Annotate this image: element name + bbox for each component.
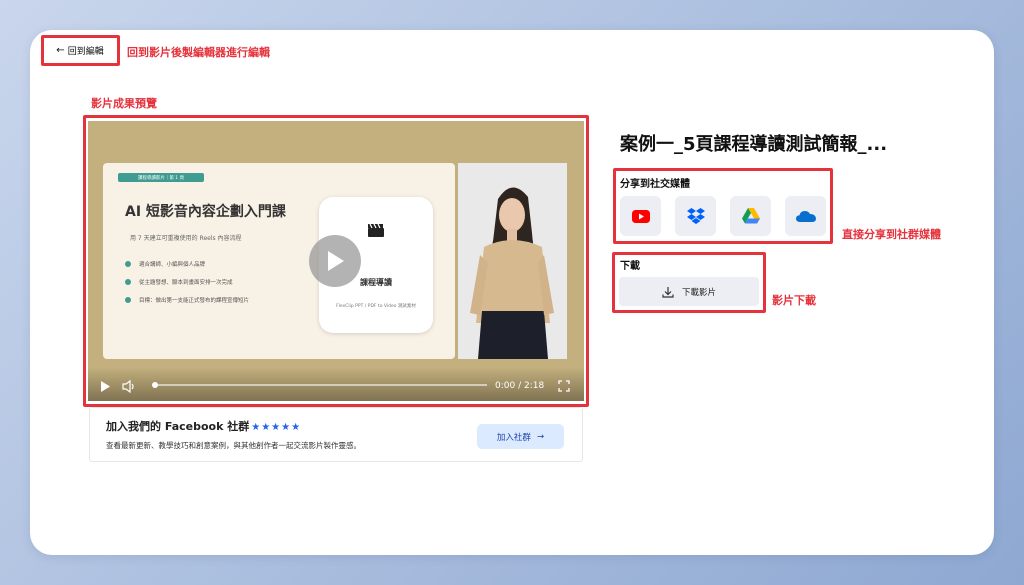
rating-stars: ★★★★★ [251,422,302,433]
facebook-community-banner: 加入我們的 Facebook 社群 ★★★★★ 查看最新更新、教學技巧和創意案例，… [89,407,583,462]
back-annotation-text: 回到影片後製編輯器進行編輯 [127,46,270,59]
back-annotation-box [41,35,120,66]
project-title: 案例一_5頁課程導讀測試簡報_... [620,134,888,155]
facebook-description: 查看最新更新、教學技巧和創意案例，與其他創作者一起交流影片製作靈感。 [106,441,361,450]
preview-annotation-box [83,115,589,407]
join-button-label: 加入社群 [496,432,531,443]
facebook-title: 加入我們的 Facebook 社群 ★★★★★ [106,420,302,433]
download-annotation-text: 影片下載 [772,294,816,307]
arrow-right-icon: → [536,431,545,442]
join-community-button[interactable]: 加入社群 → [477,424,564,449]
share-annotation-text: 直接分享到社群媒體 [842,228,941,241]
share-annotation-box [613,168,833,244]
download-annotation-box [612,252,766,313]
preview-annotation-text: 影片成果預覽 [91,97,157,110]
